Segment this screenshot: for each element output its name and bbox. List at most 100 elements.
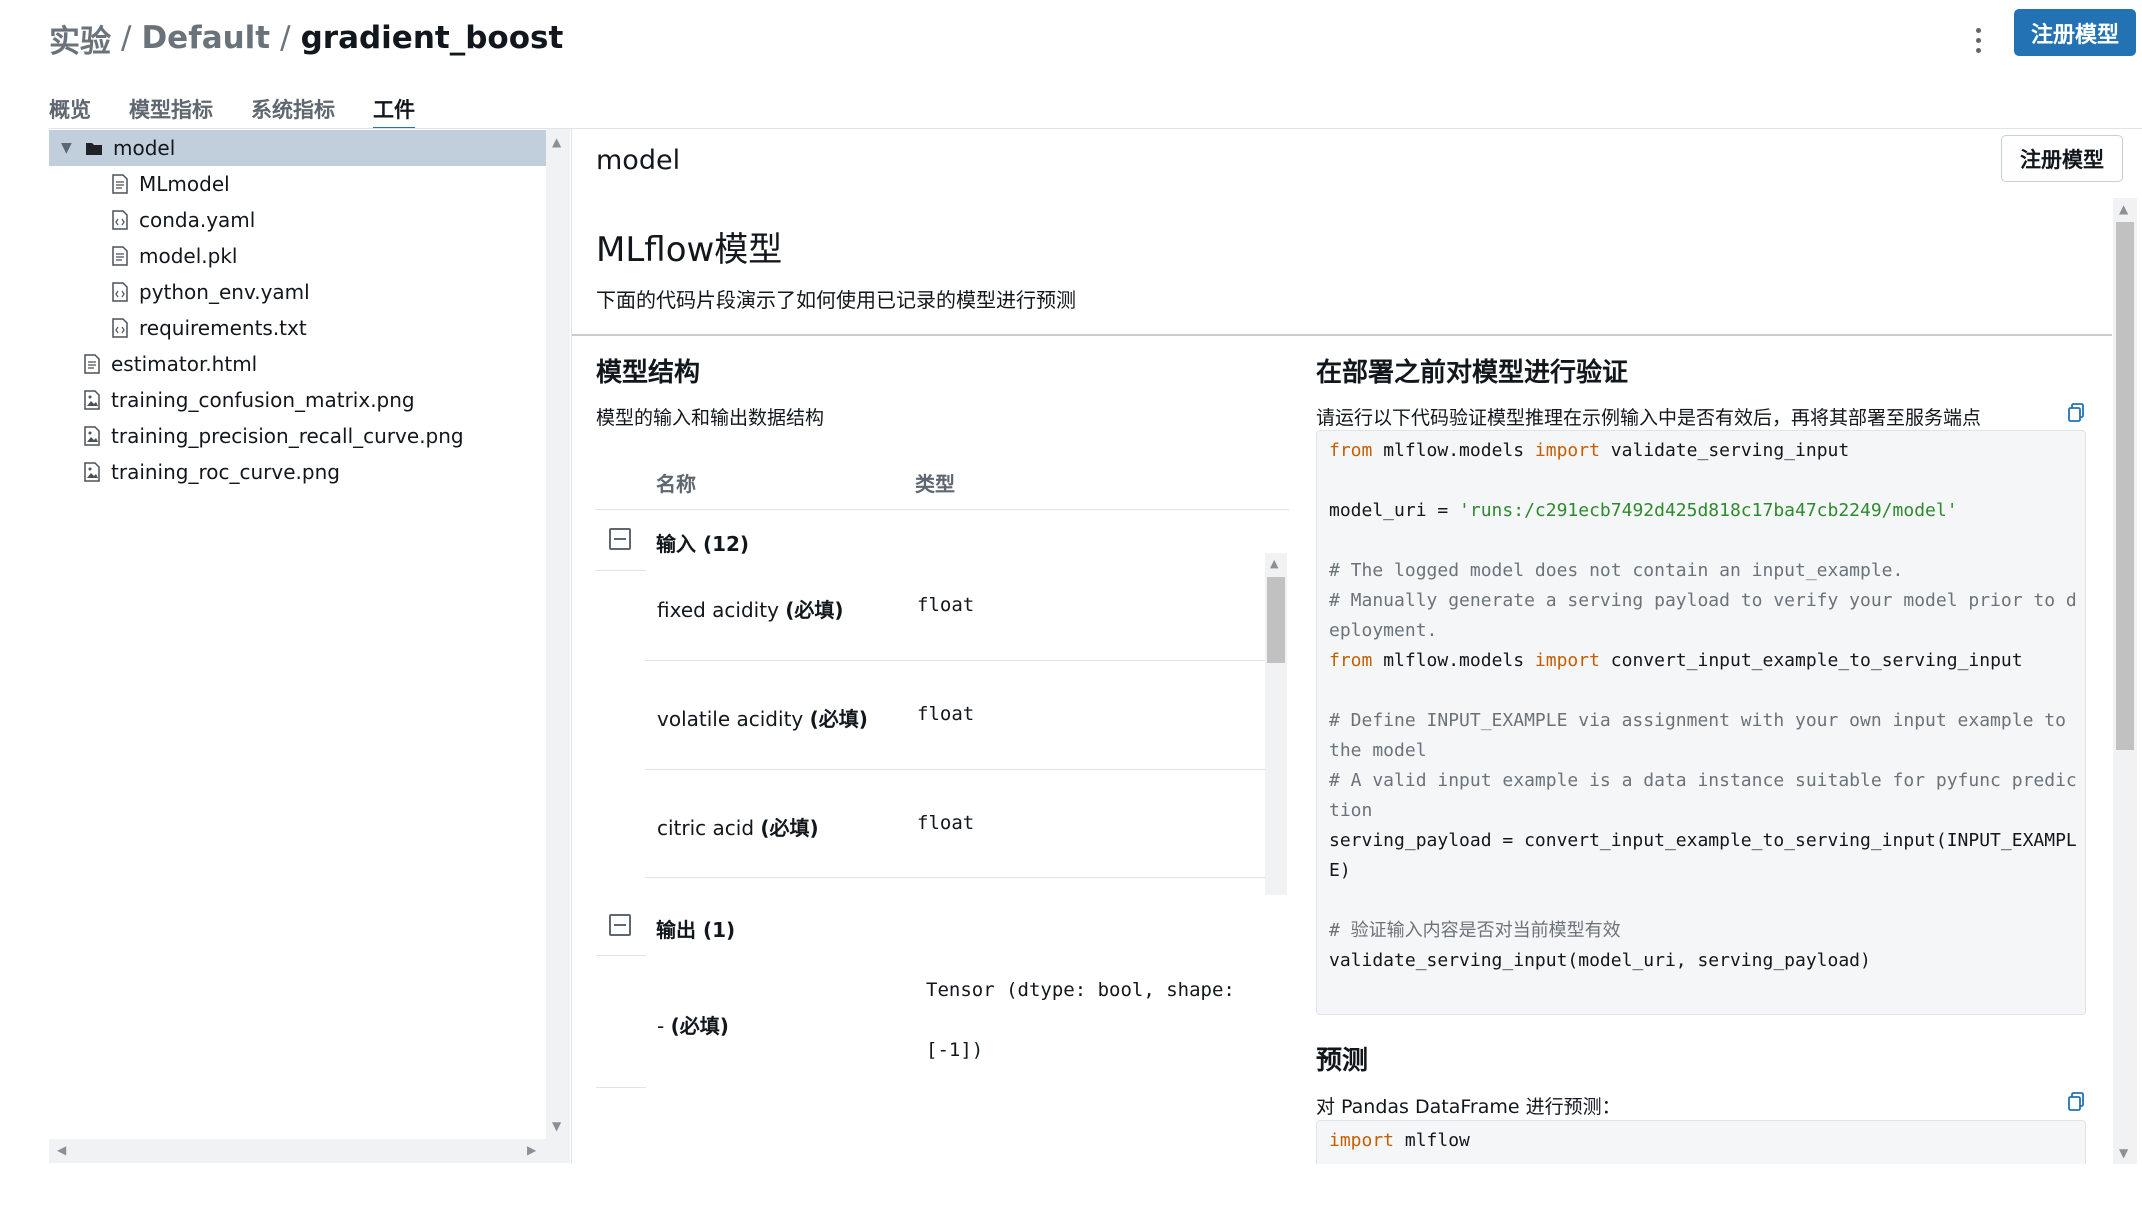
tree-item-conda-yaml[interactable]: conda.yaml: [49, 202, 546, 238]
code-comment: the model: [1329, 740, 1427, 761]
caret-down-icon[interactable]: ▼: [61, 140, 72, 156]
tree-item-roc-curve[interactable]: training_roc_curve.png: [49, 454, 546, 490]
tree-item-precision-recall[interactable]: training_precision_recall_curve.png: [49, 418, 546, 454]
table-row-divider: [645, 769, 1265, 770]
tab-system-metrics[interactable]: 系统指标: [251, 92, 335, 130]
scrollbar-thumb[interactable]: [1267, 577, 1285, 663]
column-header-name: 名称: [656, 472, 696, 496]
scroll-down-icon[interactable]: ▼: [2119, 1146, 2128, 1160]
tab-artifacts[interactable]: 工件: [373, 92, 415, 131]
code-keyword: from: [1329, 440, 1373, 461]
register-model-secondary-button[interactable]: 注册模型: [2001, 135, 2123, 182]
file-text-icon: [112, 174, 128, 194]
file-image-icon: [84, 462, 100, 482]
scroll-down-icon[interactable]: ▼: [552, 1119, 561, 1133]
tree-item-label: estimator.html: [111, 352, 258, 376]
inputs-scrollbar[interactable]: ▲: [1265, 553, 1287, 895]
schema-input-name: volatile acidity (必填): [657, 707, 868, 731]
code-keyword: import: [1329, 1130, 1395, 1151]
collapse-inputs-icon[interactable]: [609, 528, 631, 550]
schema-input-name: citric acid (必填): [657, 816, 819, 840]
code-text: mlflow.models: [1372, 650, 1535, 671]
schema-output-name: - (必填): [657, 1014, 729, 1038]
tree-item-label: python_env.yaml: [139, 280, 310, 304]
code-text: validate_serving_input(model_uri, servin…: [1329, 950, 1871, 971]
scroll-up-icon[interactable]: ▲: [2119, 202, 2128, 216]
breadcrumb: 实验 / Default / gradient_boost: [49, 14, 563, 62]
collapse-outputs-icon[interactable]: [609, 914, 631, 936]
mlflow-model-description: 下面的代码片段演示了如何使用已记录的模型进行预测: [596, 288, 1076, 312]
code-text: serving_payload = convert_input_example_…: [1329, 830, 2077, 851]
scrollbar-thumb[interactable]: [2116, 222, 2134, 750]
tab-overview[interactable]: 概览: [49, 92, 91, 130]
code-text: E): [1329, 860, 1351, 881]
code-comment: # The logged model does not contain an i…: [1329, 560, 1904, 581]
schema-group-line: [596, 1087, 646, 1088]
copy-icon[interactable]: [2067, 1092, 2085, 1112]
breadcrumb-default[interactable]: Default: [141, 20, 270, 56]
table-row-divider: [645, 877, 1265, 878]
code-keyword: import: [1534, 650, 1600, 671]
tree-item-label: training_precision_recall_curve.png: [111, 424, 464, 448]
scroll-up-icon[interactable]: ▲: [1270, 557, 1278, 570]
tree-item-model-pkl[interactable]: model.pkl: [49, 238, 546, 274]
copy-icon[interactable]: [2067, 403, 2085, 423]
tree-item-requirements-txt[interactable]: requirements.txt: [49, 310, 546, 346]
tree-item-mlmodel[interactable]: MLmodel: [49, 166, 546, 202]
file-image-icon: [84, 390, 100, 410]
main-vertical-scrollbar[interactable]: ▲ ▼: [2113, 198, 2137, 1164]
register-model-button[interactable]: 注册模型: [2014, 9, 2136, 56]
tree-vertical-scrollbar[interactable]: ▲ ▼: [546, 129, 570, 1139]
table-row-divider: [645, 660, 1265, 661]
tree-item-python-env-yaml[interactable]: python_env.yaml: [49, 274, 546, 310]
section-divider: [572, 334, 2112, 336]
inputs-group-label: 输入 (12): [656, 532, 750, 556]
more-options-icon[interactable]: [1966, 18, 1990, 62]
validate-code-block[interactable]: from mlflow.models import validate_servi…: [1316, 430, 2086, 1015]
tree-item-estimator-html[interactable]: estimator.html: [49, 346, 546, 382]
schema-subtitle: 模型的输入和输出数据结构: [596, 407, 825, 429]
file-code-icon: [112, 282, 128, 302]
schema-group-line: [596, 570, 646, 571]
code-comment: # Define INPUT_EXAMPLE via assignment wi…: [1329, 710, 2066, 731]
code-text: validate_serving_input: [1599, 440, 1850, 461]
breadcrumb-separator: /: [280, 20, 291, 56]
schema-input-name: fixed acidity (必填): [657, 598, 844, 622]
column-header-type: 类型: [915, 472, 955, 496]
predict-code-block[interactable]: import mlflow: [1316, 1120, 2086, 1164]
code-keyword: import: [1534, 440, 1600, 461]
tab-model-metrics[interactable]: 模型指标: [129, 92, 213, 130]
code-comment: tion: [1329, 800, 1373, 821]
code-text: mlflow: [1394, 1130, 1470, 1151]
folder-icon: [86, 143, 102, 155]
predict-subtitle: 对 Pandas DataFrame 进行预测：: [1316, 1096, 1621, 1118]
breadcrumb-separator: /: [121, 20, 132, 56]
scroll-right-icon[interactable]: ▶: [527, 1143, 536, 1157]
tree-item-label: model: [113, 136, 176, 160]
file-text-icon: [112, 246, 128, 266]
mlflow-model-heading: MLflow模型: [596, 230, 783, 270]
tree-item-model-folder[interactable]: ▼ model: [49, 130, 546, 166]
file-text-icon: [84, 354, 100, 374]
tree-horizontal-scrollbar[interactable]: ◀ ▶: [49, 1139, 570, 1163]
code-text: convert_input_example_to_serving_input: [1599, 650, 2023, 671]
code-comment: eployment.: [1329, 620, 1438, 641]
breadcrumb-experiments[interactable]: 实验: [49, 16, 111, 61]
validate-subtitle: 请运行以下代码验证模型推理在示例输入中是否有效后，再将其部署至服务端点: [1316, 407, 1982, 429]
scroll-up-icon[interactable]: ▲: [552, 135, 561, 149]
tree-item-label: model.pkl: [139, 244, 238, 268]
tree-item-label: training_confusion_matrix.png: [111, 388, 415, 412]
code-comment: # 验证输入内容是否对当前模型有效: [1329, 920, 1621, 941]
artifact-title: model: [596, 145, 681, 176]
schema-input-type: float: [917, 812, 975, 834]
tree-item-label: conda.yaml: [139, 208, 256, 232]
code-text: model_uri =: [1329, 500, 1460, 521]
tree-item-label: requirements.txt: [139, 316, 307, 340]
schema-input-type: float: [917, 703, 975, 725]
code-string: 'runs:/c291ecb7492d425d818c17ba47cb2249/…: [1459, 500, 1958, 521]
code-keyword: from: [1329, 650, 1373, 671]
code-text: mlflow.models: [1372, 440, 1535, 461]
tree-item-label: MLmodel: [139, 172, 230, 196]
tree-item-confusion-matrix[interactable]: training_confusion_matrix.png: [49, 382, 546, 418]
scroll-left-icon[interactable]: ◀: [57, 1143, 66, 1157]
